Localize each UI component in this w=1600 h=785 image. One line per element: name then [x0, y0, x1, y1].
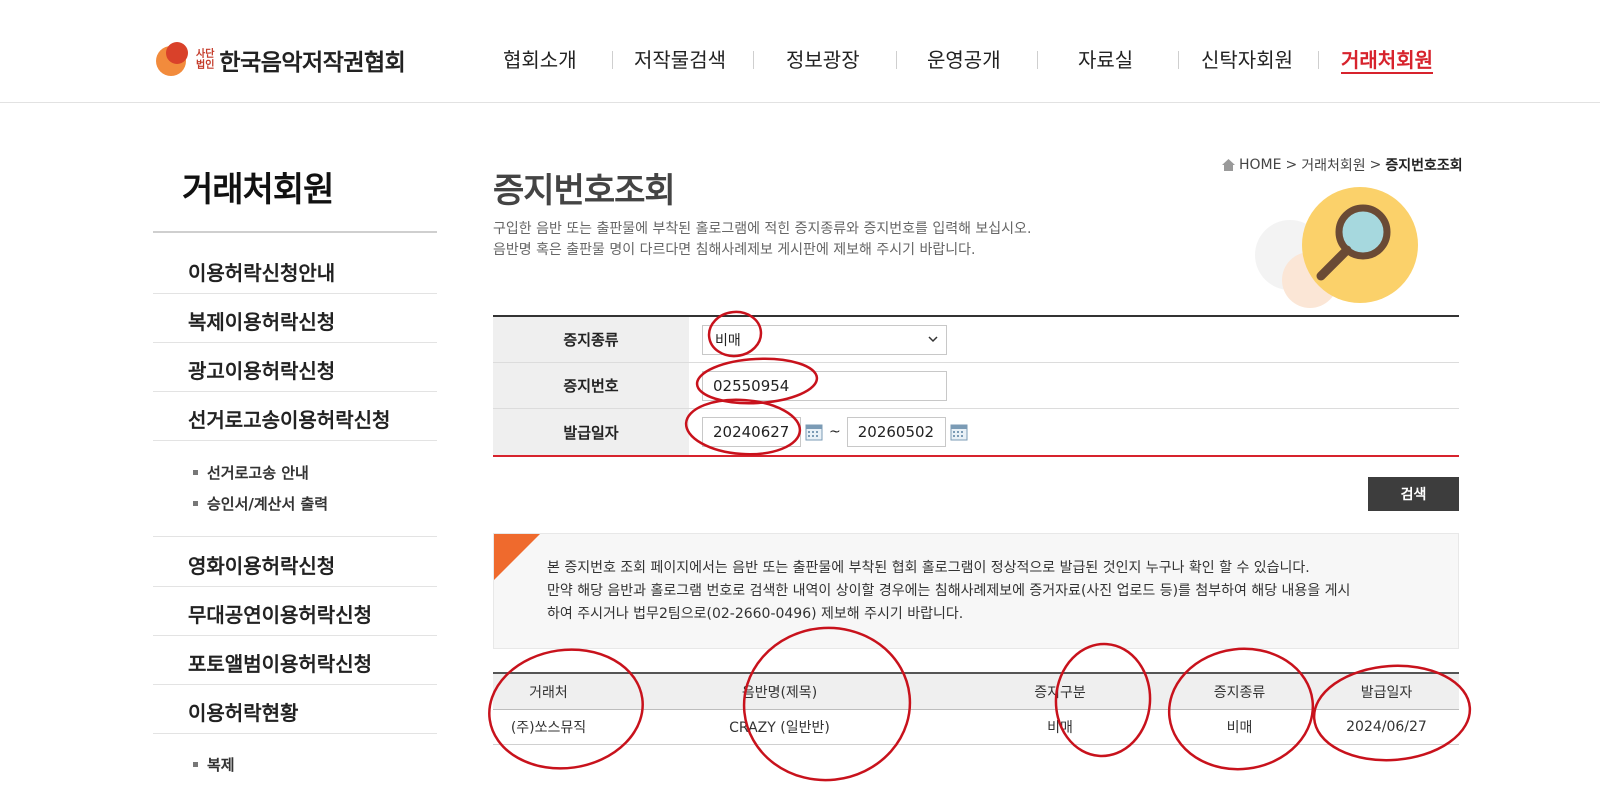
stamp-number-label: 증지번호	[493, 363, 689, 408]
notice-corner-accent	[494, 534, 540, 580]
sidebar-title: 거래처회원	[182, 170, 334, 210]
sidebar-item-photo-album[interactable]: 포토앨범이용허락신청	[153, 636, 437, 685]
notice-line-1: 본 증지번호 조회 페이지에서는 음반 또는 출판물에 부착된 협회 홀로그램이…	[547, 560, 1310, 576]
sidebar-item-advertising[interactable]: 광고이용허락신청	[153, 343, 437, 392]
sidebar-item-license-guide[interactable]: 이용허락신청안내	[153, 245, 437, 294]
logo-legal-badge: 사단 법인	[196, 49, 215, 71]
logo-mark-icon	[156, 42, 192, 78]
form-row-date: 발급일자 20240627 ~ 20260502	[493, 409, 1459, 455]
notice-line-3: 하여 주시거나 법무2팀으로(02-2660-0496) 제보해 주시기 바랍니…	[547, 606, 964, 622]
search-form: 증지종류 비매 증지번호 02550954 발급일자 20240627 ~ 20…	[493, 315, 1459, 457]
stamp-type-select[interactable]: 비매	[702, 324, 947, 355]
col-client: 거래처	[529, 684, 568, 701]
sidebar-item-stage-performance[interactable]: 무대공연이용허락신청	[153, 587, 437, 636]
cell-album-title: CRAZY (일반반)	[729, 720, 830, 736]
calendar-icon[interactable]	[805, 423, 823, 441]
form-row-number: 증지번호 02550954	[493, 363, 1459, 409]
site-header: 사단 법인 한국음악저작권협회 협회소개 저작물검색 정보광장 운영공개 자료실…	[0, 0, 1600, 103]
sidebar-subitem-election-guide[interactable]: 선거로고송 안내	[193, 462, 309, 483]
cell-stamp-class: 비매	[1047, 720, 1073, 736]
col-album-title: 음반명(제목)	[741, 684, 818, 701]
nav-item-about[interactable]: 협회소개	[503, 44, 577, 73]
site-logo[interactable]: 사단 법인 한국음악저작권협회	[156, 42, 406, 78]
stamp-number-input[interactable]: 02550954	[702, 370, 947, 401]
page-title: 증지번호조회	[493, 171, 676, 211]
chevron-down-icon	[928, 336, 938, 343]
nav-item-client-members[interactable]: 거래처회원	[1341, 44, 1433, 73]
home-icon[interactable]	[1222, 159, 1235, 171]
form-row-type: 증지종류 비매	[493, 317, 1459, 363]
sidebar-subitem-certificate-print[interactable]: 승인서/계산서 출력	[193, 493, 328, 514]
nav-item-trust-members[interactable]: 신탁자회원	[1201, 44, 1293, 73]
nav-item-work-search[interactable]: 저작물검색	[634, 44, 726, 73]
cell-stamp-type: 비매	[1226, 720, 1253, 736]
table-row: (주)쏘스뮤직 CRAZY (일반반) 비매 비매 2024/06/27	[493, 710, 1459, 745]
sidebar-item-film[interactable]: 영화이용허락신청	[153, 538, 437, 587]
table-header-row: 거래처 음반명(제목) 증지구분 증지종류 발급일자	[493, 674, 1459, 710]
bullet-icon	[193, 762, 198, 767]
notice-line-2: 만약 해당 음반과 홀로그램 번호로 검색한 내역이 상이할 경우에는 침해사례…	[547, 583, 1351, 599]
bullet-icon	[193, 501, 198, 506]
nav-item-info-square[interactable]: 정보광장	[786, 44, 860, 73]
search-button[interactable]: 검색	[1368, 477, 1459, 511]
issue-date-label: 발급일자	[493, 409, 689, 455]
cell-issue-date: 2024/06/27	[1346, 719, 1427, 735]
results-table: 거래처 음반명(제목) 증지구분 증지종류 발급일자 (주)쏘스뮤직 CRAZY…	[493, 672, 1459, 745]
page-description: 구입한 음반 또는 출판물에 부착된 홀로그램에 적힌 증지종류와 증지번호를 …	[493, 221, 1032, 258]
stamp-type-label: 증지종류	[493, 317, 689, 362]
sidebar-subitem-reproduction-status[interactable]: 복제	[193, 754, 235, 775]
bullet-icon	[193, 470, 198, 475]
date-range-tilde: ~	[829, 424, 841, 440]
notice-box: 본 증지번호 조회 페이지에서는 음반 또는 출판물에 부착된 협회 홀로그램이…	[493, 533, 1459, 649]
sidebar-item-license-status[interactable]: 이용허락현황	[153, 685, 437, 734]
col-stamp-type: 증지종류	[1213, 684, 1266, 701]
logo-name: 한국음악저작권협회	[219, 50, 406, 76]
col-issue-date: 발급일자	[1360, 684, 1413, 701]
sidebar-item-election-song[interactable]: 선거로고송이용허락신청	[153, 392, 437, 441]
date-to-input[interactable]: 20260502	[846, 417, 946, 447]
calendar-icon[interactable]	[950, 423, 968, 441]
magnifier-icon	[1255, 187, 1418, 308]
sidebar-divider	[153, 536, 437, 537]
nav-item-archive[interactable]: 자료실	[1078, 44, 1133, 73]
nav-item-disclosure[interactable]: 운영공개	[927, 44, 1001, 73]
sidebar-item-reproduction[interactable]: 복제이용허락신청	[153, 294, 437, 343]
cell-client: (주)쏘스뮤직	[510, 720, 587, 736]
sidebar-title-divider	[153, 231, 437, 233]
date-from-input[interactable]: 20240627	[702, 417, 801, 447]
col-stamp-class: 증지구분	[1034, 684, 1086, 701]
